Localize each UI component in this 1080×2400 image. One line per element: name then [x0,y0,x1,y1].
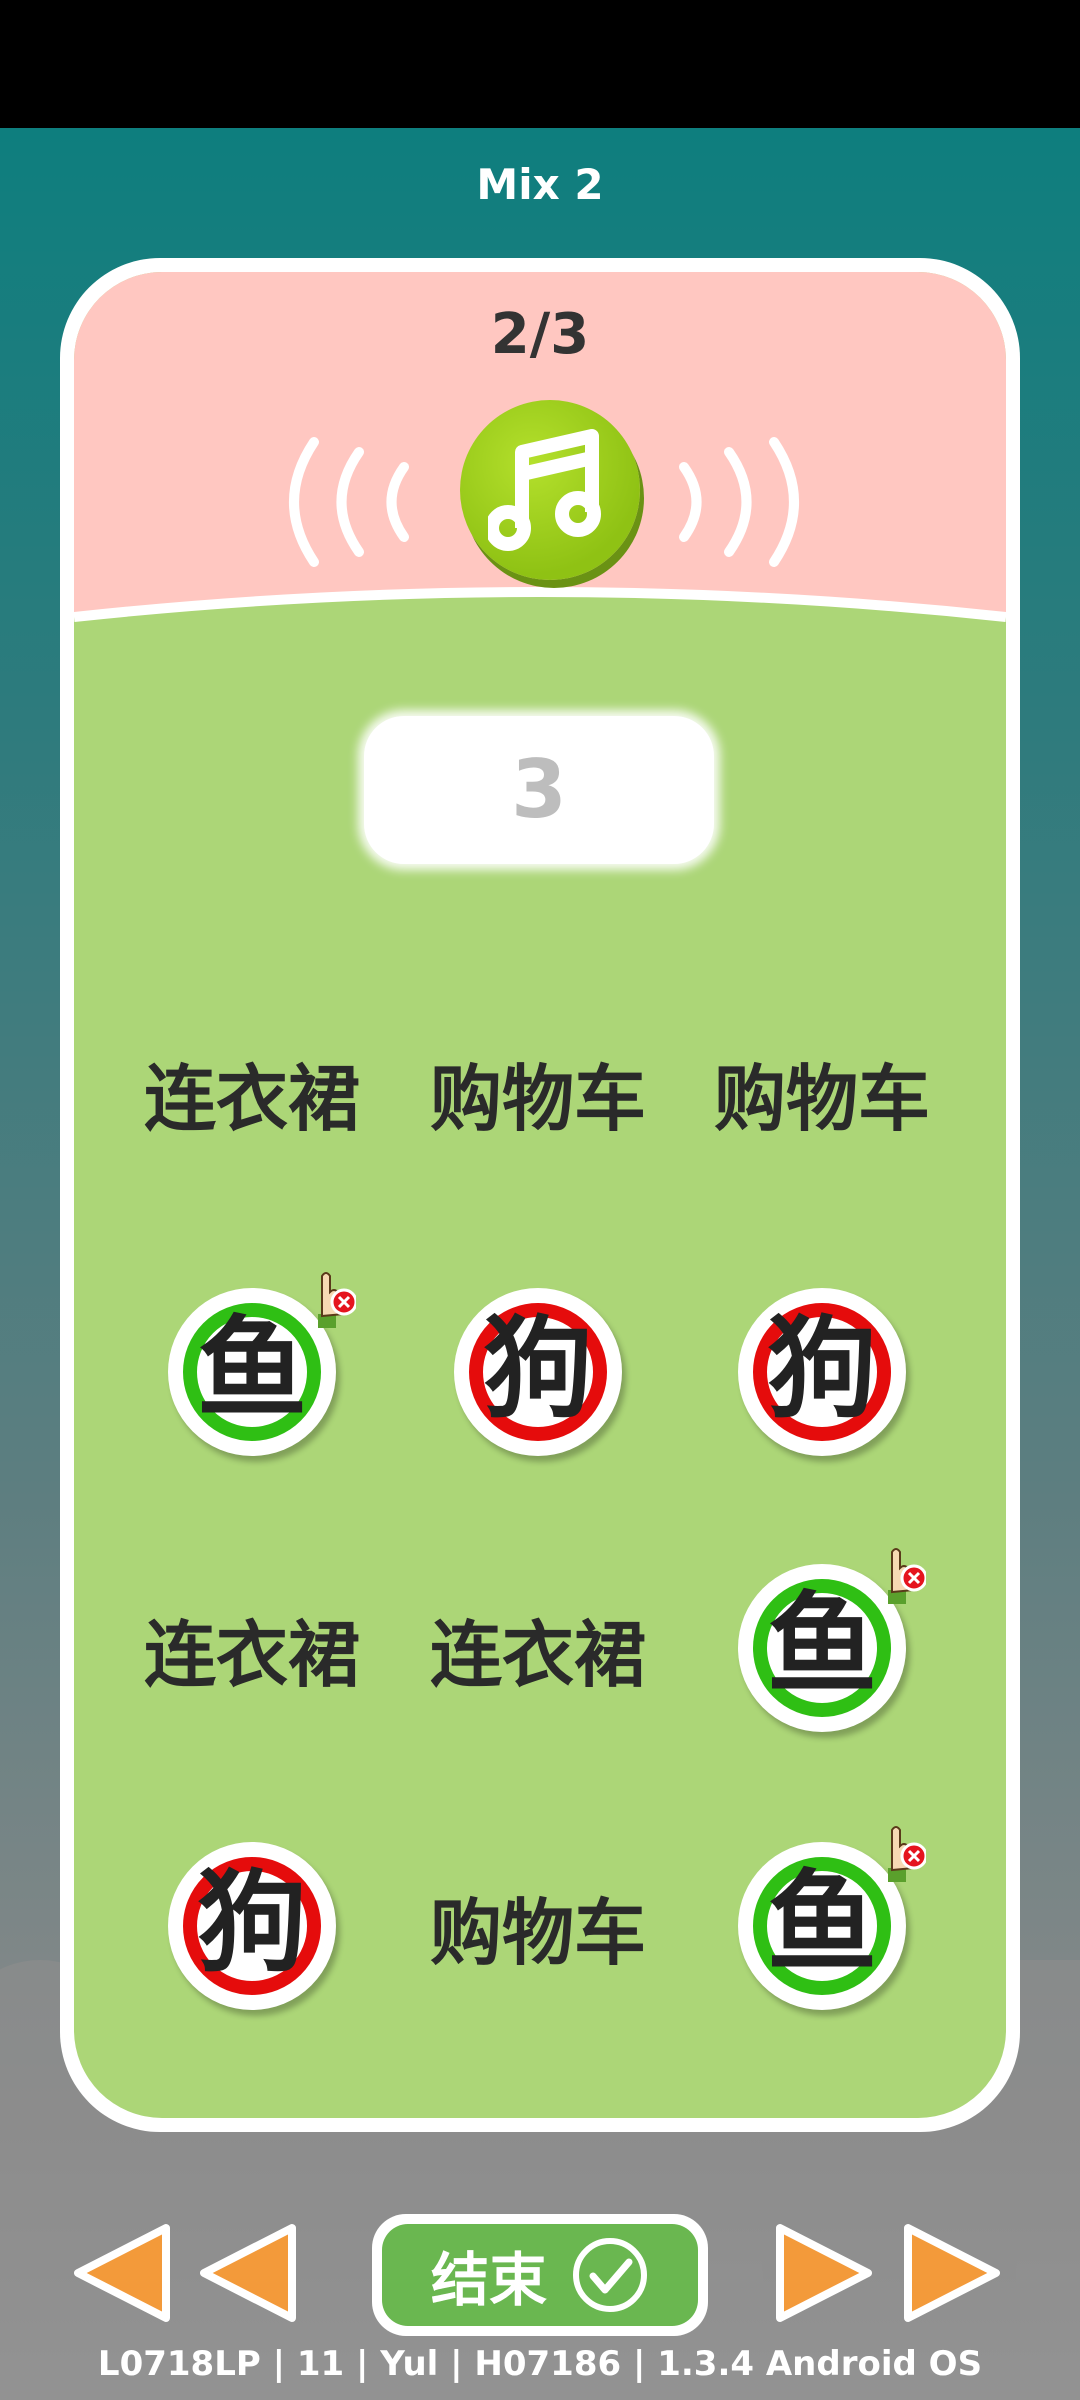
hint-hand-icon [888,1548,926,1604]
arrow-left-icon[interactable] [70,2218,170,2328]
option-word-8[interactable]: 连衣裙 [408,1548,668,1748]
option-char: 狗 [767,1305,877,1433]
status-bar [0,0,1080,128]
option-word-1[interactable]: 连衣裙 [122,992,382,1192]
arrow-right-icon[interactable] [776,2218,876,2328]
arrow-right-icon[interactable] [904,2218,1004,2328]
option-label: 连衣裙 [429,1612,646,1697]
correct-answer-circle: 鱼 [168,1272,356,1456]
option-label: 购物车 [429,1056,646,1141]
option-char-10[interactable]: 狗 [122,1826,382,2026]
check-circle-icon [573,2238,647,2312]
music-note-icon [488,429,601,551]
option-label: 购物车 [429,1890,646,1975]
option-char-4[interactable]: 鱼 [122,1272,382,1472]
build-info: L0718LP | 11 | Yul | H07186 | 1.3.4 Andr… [97,2344,983,2384]
wrong-answer-circle: 狗 [168,1842,336,2010]
option-word-2[interactable]: 购物车 [408,992,668,1192]
option-label: 连衣裙 [143,1056,360,1141]
end-button-label: 结束 [430,2246,547,2314]
option-label: 连衣裙 [143,1612,360,1697]
option-char: 鱼 [767,1859,877,1987]
option-char-5[interactable]: 狗 [408,1272,668,1472]
option-word-3[interactable]: 购物车 [692,992,952,1192]
wrong-answer-circle: 狗 [738,1288,906,1456]
end-button[interactable]: 结束 [372,2214,708,2336]
option-char-6[interactable]: 狗 [692,1272,952,1472]
option-char: 狗 [483,1305,593,1433]
hint-hand-icon [888,1826,926,1882]
page-title: Mix 2 [476,160,604,209]
card-inner: 2/3 3 连衣裙 购物车 购物车 鱼 狗 狗 连衣裙 连衣裙 鱼 狗 购物车 … [74,272,1006,2118]
option-word-11[interactable]: 购物车 [408,1826,668,2026]
play-sound-button[interactable] [460,400,640,580]
answer-field[interactable]: 3 [364,716,714,864]
wrong-answer-circle: 狗 [454,1288,622,1456]
option-word-7[interactable]: 连衣裙 [122,1548,382,1748]
arrow-left-icon[interactable] [196,2218,296,2328]
option-char-12[interactable]: 鱼 [692,1826,952,2026]
quiz-card: 2/3 3 连衣裙 购物车 购物车 鱼 狗 狗 连衣裙 连衣裙 鱼 狗 购物车 … [60,258,1020,2132]
correct-answer-circle: 鱼 [738,1548,926,1732]
option-label: 购物车 [713,1056,930,1141]
hint-hand-icon [318,1272,356,1328]
option-char: 狗 [197,1859,307,1987]
correct-answer-circle: 鱼 [738,1826,926,2010]
option-char-9[interactable]: 鱼 [692,1548,952,1748]
option-char: 鱼 [767,1581,877,1709]
option-char: 鱼 [197,1305,307,1433]
question-counter: 2/3 [490,302,590,367]
